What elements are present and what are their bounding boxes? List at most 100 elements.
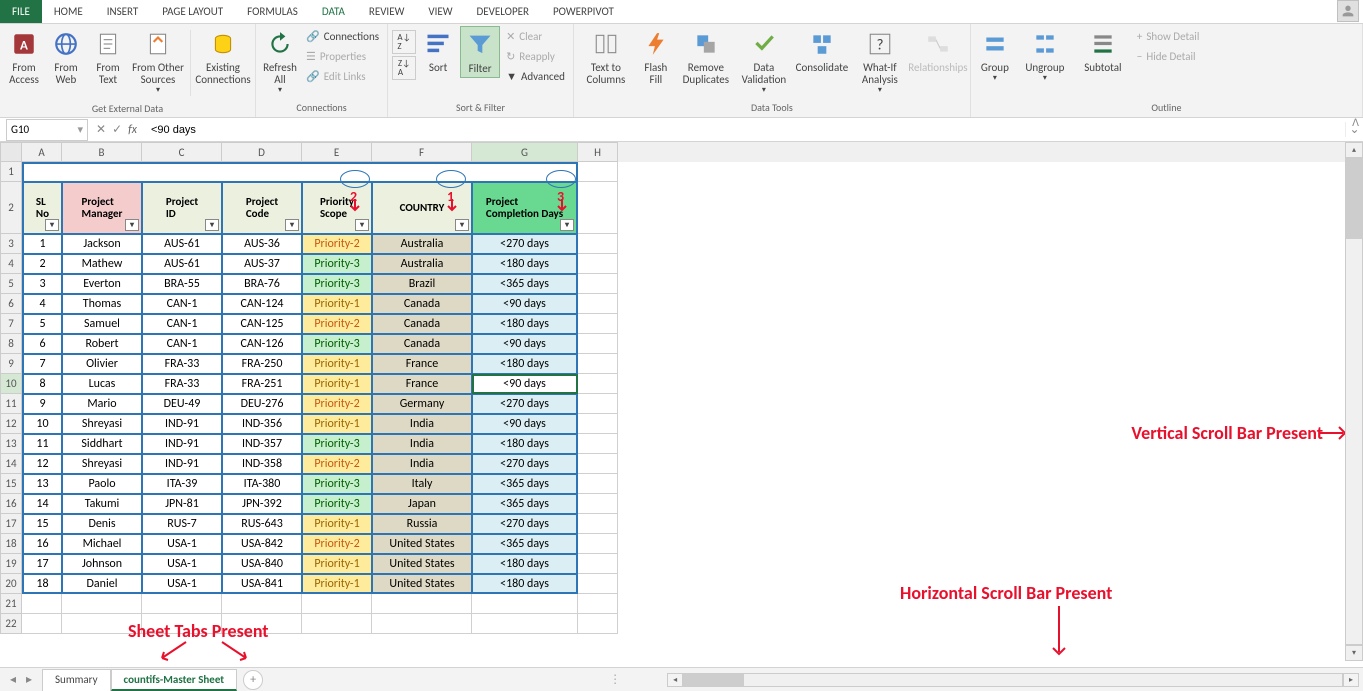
cell[interactable] xyxy=(578,294,618,314)
table-cell[interactable]: Canada xyxy=(372,294,472,314)
row-header[interactable]: 4 xyxy=(0,254,22,274)
table-cell[interactable]: 3 xyxy=(22,274,62,294)
tab-view[interactable]: VIEW xyxy=(416,0,464,23)
column-header-B[interactable]: B xyxy=(62,142,142,162)
collapse-ribbon-button[interactable]: ᐱ xyxy=(1352,116,1359,129)
cell[interactable] xyxy=(578,574,618,594)
table-cell[interactable]: 9 xyxy=(22,394,62,414)
table-header-pscope[interactable]: PriorityScope▾ xyxy=(302,182,372,234)
table-cell[interactable]: DEU-49 xyxy=(142,394,222,414)
table-cell[interactable]: <270 days xyxy=(472,234,578,254)
filter-dropdown-button[interactable]: ▾ xyxy=(560,219,574,231)
clear-button[interactable]: ✕Clear xyxy=(502,26,569,46)
table-cell[interactable]: Daniel xyxy=(62,574,142,594)
row-header[interactable]: 13 xyxy=(0,434,22,454)
remove-duplicates-button[interactable]: Remove Duplicates xyxy=(678,26,734,88)
table-cell[interactable]: <270 days xyxy=(472,394,578,414)
table-cell[interactable]: Olivier xyxy=(62,354,142,374)
table-cell[interactable]: Canada xyxy=(372,314,472,334)
table-cell[interactable]: IND-358 xyxy=(222,454,302,474)
data-validation-button[interactable]: Data Validation▾ xyxy=(736,26,792,97)
cell[interactable] xyxy=(142,594,222,614)
table-cell[interactable]: FRA-33 xyxy=(142,374,222,394)
tab-file[interactable]: FILE xyxy=(0,0,42,23)
cell[interactable] xyxy=(578,314,618,334)
table-cell[interactable]: Italy xyxy=(372,474,472,494)
table-cell[interactable]: CAN-1 xyxy=(142,334,222,354)
table-cell[interactable]: Australia xyxy=(372,234,472,254)
cell[interactable] xyxy=(578,234,618,254)
cell[interactable] xyxy=(372,594,472,614)
hide-detail-button[interactable]: −Hide Detail xyxy=(1133,46,1203,66)
table-cell[interactable]: Priority-3 xyxy=(302,434,372,454)
table-cell[interactable]: BRA-55 xyxy=(142,274,222,294)
table-header-pcode[interactable]: ProjectCode▾ xyxy=(222,182,302,234)
table-cell[interactable]: Priority-1 xyxy=(302,574,372,594)
table-cell[interactable]: 12 xyxy=(22,454,62,474)
table-cell[interactable]: Paolo xyxy=(62,474,142,494)
table-cell[interactable]: France xyxy=(372,374,472,394)
table-cell[interactable]: <365 days xyxy=(472,534,578,554)
enter-formula-button[interactable]: ✓ xyxy=(112,122,122,137)
table-cell[interactable]: Priority-1 xyxy=(302,354,372,374)
row-header[interactable]: 12 xyxy=(0,414,22,434)
tab-nav-prev[interactable]: ◂ xyxy=(6,673,20,687)
cell[interactable] xyxy=(372,614,472,634)
row-header[interactable]: 10 xyxy=(0,374,22,394)
table-cell[interactable]: <90 days xyxy=(472,294,578,314)
table-cell[interactable]: <90 days xyxy=(472,374,578,394)
table-cell[interactable]: Priority-2 xyxy=(302,534,372,554)
table-cell[interactable]: USA-1 xyxy=(142,574,222,594)
table-header-pm[interactable]: ProjectManager▾ xyxy=(62,182,142,234)
scroll-thumb[interactable] xyxy=(684,674,744,686)
table-cell[interactable]: Priority-1 xyxy=(302,294,372,314)
cell[interactable] xyxy=(578,254,618,274)
row-header[interactable]: 5 xyxy=(0,274,22,294)
table-cell[interactable]: <270 days xyxy=(472,514,578,534)
table-cell[interactable]: ITA-39 xyxy=(142,474,222,494)
table-cell[interactable]: CAN-124 xyxy=(222,294,302,314)
new-sheet-button[interactable]: + xyxy=(243,670,263,690)
row-header[interactable]: 3 xyxy=(0,234,22,254)
row-header[interactable]: 14 xyxy=(0,454,22,474)
table-cell[interactable]: Priority-1 xyxy=(302,554,372,574)
user-avatar[interactable] xyxy=(1337,0,1359,22)
tab-nav-next[interactable]: ▸ xyxy=(22,673,36,687)
row-header[interactable]: 8 xyxy=(0,334,22,354)
table-cell[interactable]: AUS-37 xyxy=(222,254,302,274)
cell[interactable] xyxy=(578,334,618,354)
cell[interactable] xyxy=(578,162,618,182)
table-cell[interactable]: 11 xyxy=(22,434,62,454)
show-detail-button[interactable]: +Show Detail xyxy=(1133,26,1203,46)
table-cell[interactable]: Priority-3 xyxy=(302,474,372,494)
table-cell[interactable]: 18 xyxy=(22,574,62,594)
table-cell[interactable]: USA-842 xyxy=(222,534,302,554)
table-cell[interactable]: USA-841 xyxy=(222,574,302,594)
table-cell[interactable]: AUS-61 xyxy=(142,234,222,254)
table-cell[interactable]: Jackson xyxy=(62,234,142,254)
table-cell[interactable]: <365 days xyxy=(472,274,578,294)
table-cell[interactable]: 13 xyxy=(22,474,62,494)
tab-review[interactable]: REVIEW xyxy=(357,0,417,23)
filter-dropdown-button[interactable]: ▾ xyxy=(355,219,369,231)
table-cell[interactable]: India xyxy=(372,414,472,434)
table-cell[interactable]: Priority-1 xyxy=(302,414,372,434)
consolidate-button[interactable]: Consolidate xyxy=(794,26,850,76)
whatif-button[interactable]: ?What-If Analysis▾ xyxy=(852,26,908,97)
table-cell[interactable]: CAN-1 xyxy=(142,314,222,334)
tab-powerpivot[interactable]: POWERPIVOT xyxy=(541,0,626,23)
column-header-F[interactable]: F xyxy=(372,142,472,162)
table-cell[interactable]: Michael xyxy=(62,534,142,554)
from-other-button[interactable]: From Other Sources▾ xyxy=(130,26,186,97)
filter-button[interactable]: Filter xyxy=(460,26,500,78)
tab-formulas[interactable]: FORMULAS xyxy=(235,0,310,23)
from-web-button[interactable]: From Web xyxy=(46,26,86,88)
refresh-all-button[interactable]: Refresh All▾ xyxy=(260,26,300,97)
column-header-E[interactable]: E xyxy=(302,142,372,162)
table-cell[interactable]: Canada xyxy=(372,334,472,354)
cell[interactable] xyxy=(472,614,578,634)
table-cell[interactable]: <180 days xyxy=(472,314,578,334)
table-cell[interactable]: CAN-1 xyxy=(142,294,222,314)
table-cell[interactable]: IND-91 xyxy=(142,414,222,434)
table-cell[interactable]: JPN-81 xyxy=(142,494,222,514)
